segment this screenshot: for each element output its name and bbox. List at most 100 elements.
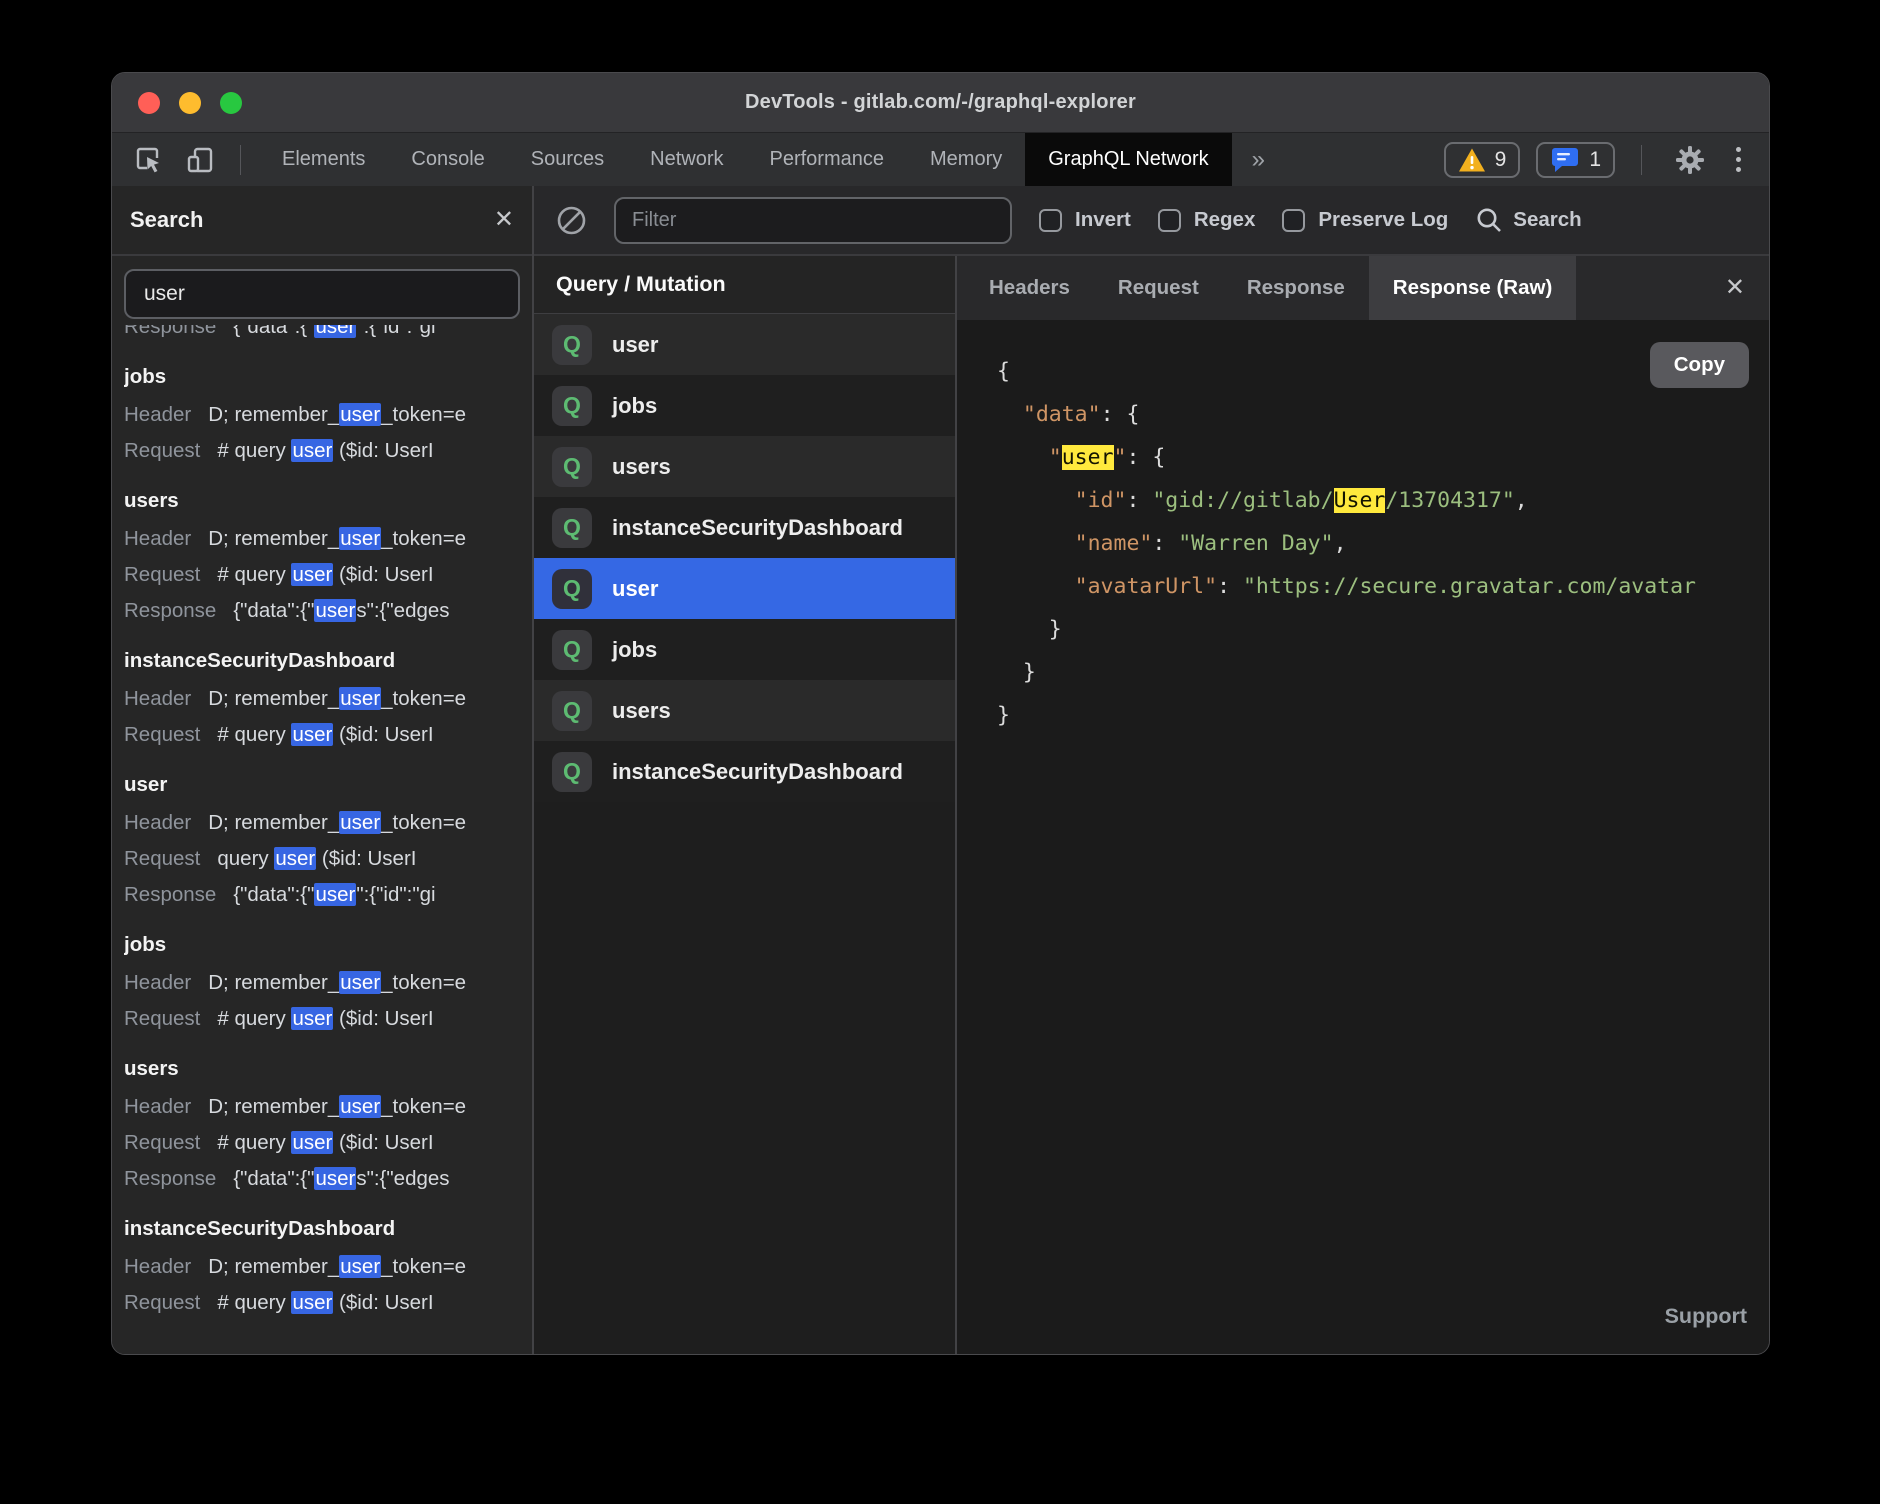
checkbox-regex[interactable]: Regex xyxy=(1158,208,1256,232)
search-result-text: _token=e xyxy=(381,1095,466,1118)
checkbox-box[interactable] xyxy=(1282,209,1305,232)
search-panel: Search ✕ Response{"data":{"user":{"id":"… xyxy=(112,186,534,1354)
search-match-highlight: user xyxy=(314,325,356,338)
json-line: "data": { xyxy=(997,393,1769,436)
warnings-badge[interactable]: 9 xyxy=(1444,142,1521,178)
query-list-item[interactable]: Qjobs xyxy=(534,619,955,680)
query-list-item-selected[interactable]: Quser xyxy=(534,558,955,619)
search-result-row-label: Header xyxy=(124,1095,191,1118)
search-input[interactable] xyxy=(124,269,520,319)
support-link[interactable]: Support xyxy=(1665,1295,1747,1338)
search-result-row[interactable]: HeaderD; remember_user_token=e xyxy=(124,965,520,1001)
query-list-item[interactable]: Qusers xyxy=(534,680,955,741)
clear-log-icon[interactable] xyxy=(556,205,587,236)
query-list-item-label: instanceSecurityDashboard xyxy=(612,515,903,541)
close-window-button[interactable] xyxy=(138,92,160,114)
details-tab-request[interactable]: Request xyxy=(1094,256,1223,320)
details-tab-response-raw-[interactable]: Response (Raw) xyxy=(1369,256,1576,320)
checkbox-box[interactable] xyxy=(1158,209,1181,232)
query-list-panel: Query / Mutation QuserQjobsQusersQinstan… xyxy=(534,256,957,1354)
search-result-text: D; remember_ xyxy=(208,971,339,994)
tab-network[interactable]: Network xyxy=(627,133,746,186)
query-list[interactable]: QuserQjobsQusersQinstanceSecurityDashboa… xyxy=(534,314,955,1354)
tab-performance[interactable]: Performance xyxy=(747,133,908,186)
zoom-window-button[interactable] xyxy=(220,92,242,114)
settings-gear-icon[interactable] xyxy=(1668,140,1712,180)
search-result-row[interactable]: HeaderD; remember_user_token=e xyxy=(124,397,520,433)
search-result-row-label: Response xyxy=(124,883,216,906)
search-result-row[interactable]: Response{"data":{"users":{"edges xyxy=(124,1161,520,1197)
search-result-row[interactable]: Request# query user ($id: UserI xyxy=(124,1125,520,1161)
search-result-row[interactable]: Response{"data":{"user":{"id":"gi xyxy=(124,325,520,345)
search-result-row[interactable]: Response{"data":{"user":{"id":"gi xyxy=(124,877,520,913)
json-token: : xyxy=(1217,574,1243,599)
query-list-item[interactable]: QinstanceSecurityDashboard xyxy=(534,497,955,558)
search-result-row[interactable]: Request# query user ($id: UserI xyxy=(124,717,520,753)
search-result-group-title: instanceSecurityDashboard xyxy=(124,1209,520,1249)
search-toggle-label: Search xyxy=(1513,208,1581,232)
device-toolbar-icon[interactable] xyxy=(178,140,222,180)
issues-badge[interactable]: 1 xyxy=(1536,142,1615,178)
query-list-item-label: users xyxy=(612,454,671,480)
message-bubble-icon xyxy=(1550,146,1580,173)
json-line: "name": "Warren Day", xyxy=(997,522,1769,565)
json-token: : xyxy=(1152,531,1178,556)
copy-button[interactable]: Copy xyxy=(1650,342,1749,388)
search-match-highlight: user xyxy=(339,527,381,550)
search-result-text: D; remember_ xyxy=(208,1255,339,1278)
search-result-row[interactable]: Request# query user ($id: UserI xyxy=(124,1001,520,1037)
query-list-item-label: user xyxy=(612,332,658,358)
details-tab-response[interactable]: Response xyxy=(1223,256,1369,320)
search-result-text: {"data":{" xyxy=(233,883,314,906)
checkbox-label: Regex xyxy=(1194,208,1256,232)
search-result-row-label: Request xyxy=(124,439,200,462)
tab-sources[interactable]: Sources xyxy=(508,133,627,186)
inspect-element-icon[interactable] xyxy=(126,140,170,180)
tab-console[interactable]: Console xyxy=(388,133,507,186)
filter-input[interactable] xyxy=(614,197,1012,244)
search-result-row[interactable]: HeaderD; remember_user_token=e xyxy=(124,681,520,717)
search-result-row[interactable]: Requestquery user ($id: UserI xyxy=(124,841,520,877)
query-list-item[interactable]: Quser xyxy=(534,314,955,375)
checkbox-preserve-log[interactable]: Preserve Log xyxy=(1282,208,1448,232)
search-result-row[interactable]: HeaderD; remember_user_token=e xyxy=(124,805,520,841)
json-token: } xyxy=(997,617,1062,642)
search-result-row-label: Request xyxy=(124,847,200,870)
close-search-icon[interactable]: ✕ xyxy=(494,208,514,232)
more-tabs-chevron-icon[interactable]: » xyxy=(1232,133,1285,186)
details-tab-headers[interactable]: Headers xyxy=(965,256,1094,320)
json-token: : { xyxy=(1126,445,1165,470)
search-match-highlight: user xyxy=(339,687,381,710)
search-result-text: ($id: UserI xyxy=(333,439,433,462)
query-list-item[interactable]: Qusers xyxy=(534,436,955,497)
search-result-row[interactable]: HeaderD; remember_user_token=e xyxy=(124,1089,520,1125)
search-result-row-label: Request xyxy=(124,1131,200,1154)
query-list-item[interactable]: Qjobs xyxy=(534,375,955,436)
search-result-row[interactable]: Request# query user ($id: UserI xyxy=(124,557,520,593)
search-match-highlight: user xyxy=(291,563,333,586)
json-token: : { xyxy=(1101,402,1140,427)
search-input-wrap xyxy=(112,256,532,325)
search-result-row[interactable]: Response{"data":{"users":{"edges xyxy=(124,593,520,629)
devtools-window: DevTools - gitlab.com/-/graphql-explorer… xyxy=(111,72,1770,1355)
tab-memory[interactable]: Memory xyxy=(907,133,1025,186)
search-results-list[interactable]: Response{"data":{"user":{"id":"gijobsHea… xyxy=(112,325,532,1354)
search-result-row[interactable]: HeaderD; remember_user_token=e xyxy=(124,521,520,557)
minimize-window-button[interactable] xyxy=(179,92,201,114)
query-list-title: Query / Mutation xyxy=(534,256,955,314)
search-toggle[interactable]: Search xyxy=(1475,206,1581,234)
query-type-badge: Q xyxy=(552,447,592,487)
search-result-row[interactable]: HeaderD; remember_user_token=e xyxy=(124,1249,520,1285)
query-list-item-label: jobs xyxy=(612,393,657,419)
checkbox-invert[interactable]: Invert xyxy=(1039,208,1131,232)
search-match-highlight: user xyxy=(314,1167,356,1190)
search-result-text: D; remember_ xyxy=(208,527,339,550)
query-list-item[interactable]: QinstanceSecurityDashboard xyxy=(534,741,955,802)
tab-graphql-network[interactable]: GraphQL Network xyxy=(1025,133,1231,186)
checkbox-box[interactable] xyxy=(1039,209,1062,232)
kebab-menu-icon[interactable] xyxy=(1728,147,1749,172)
search-result-row[interactable]: Request# query user ($id: UserI xyxy=(124,433,520,469)
close-details-icon[interactable]: ✕ xyxy=(1701,276,1769,300)
tab-elements[interactable]: Elements xyxy=(259,133,388,186)
search-result-row[interactable]: Request# query user ($id: UserI xyxy=(124,1285,520,1321)
